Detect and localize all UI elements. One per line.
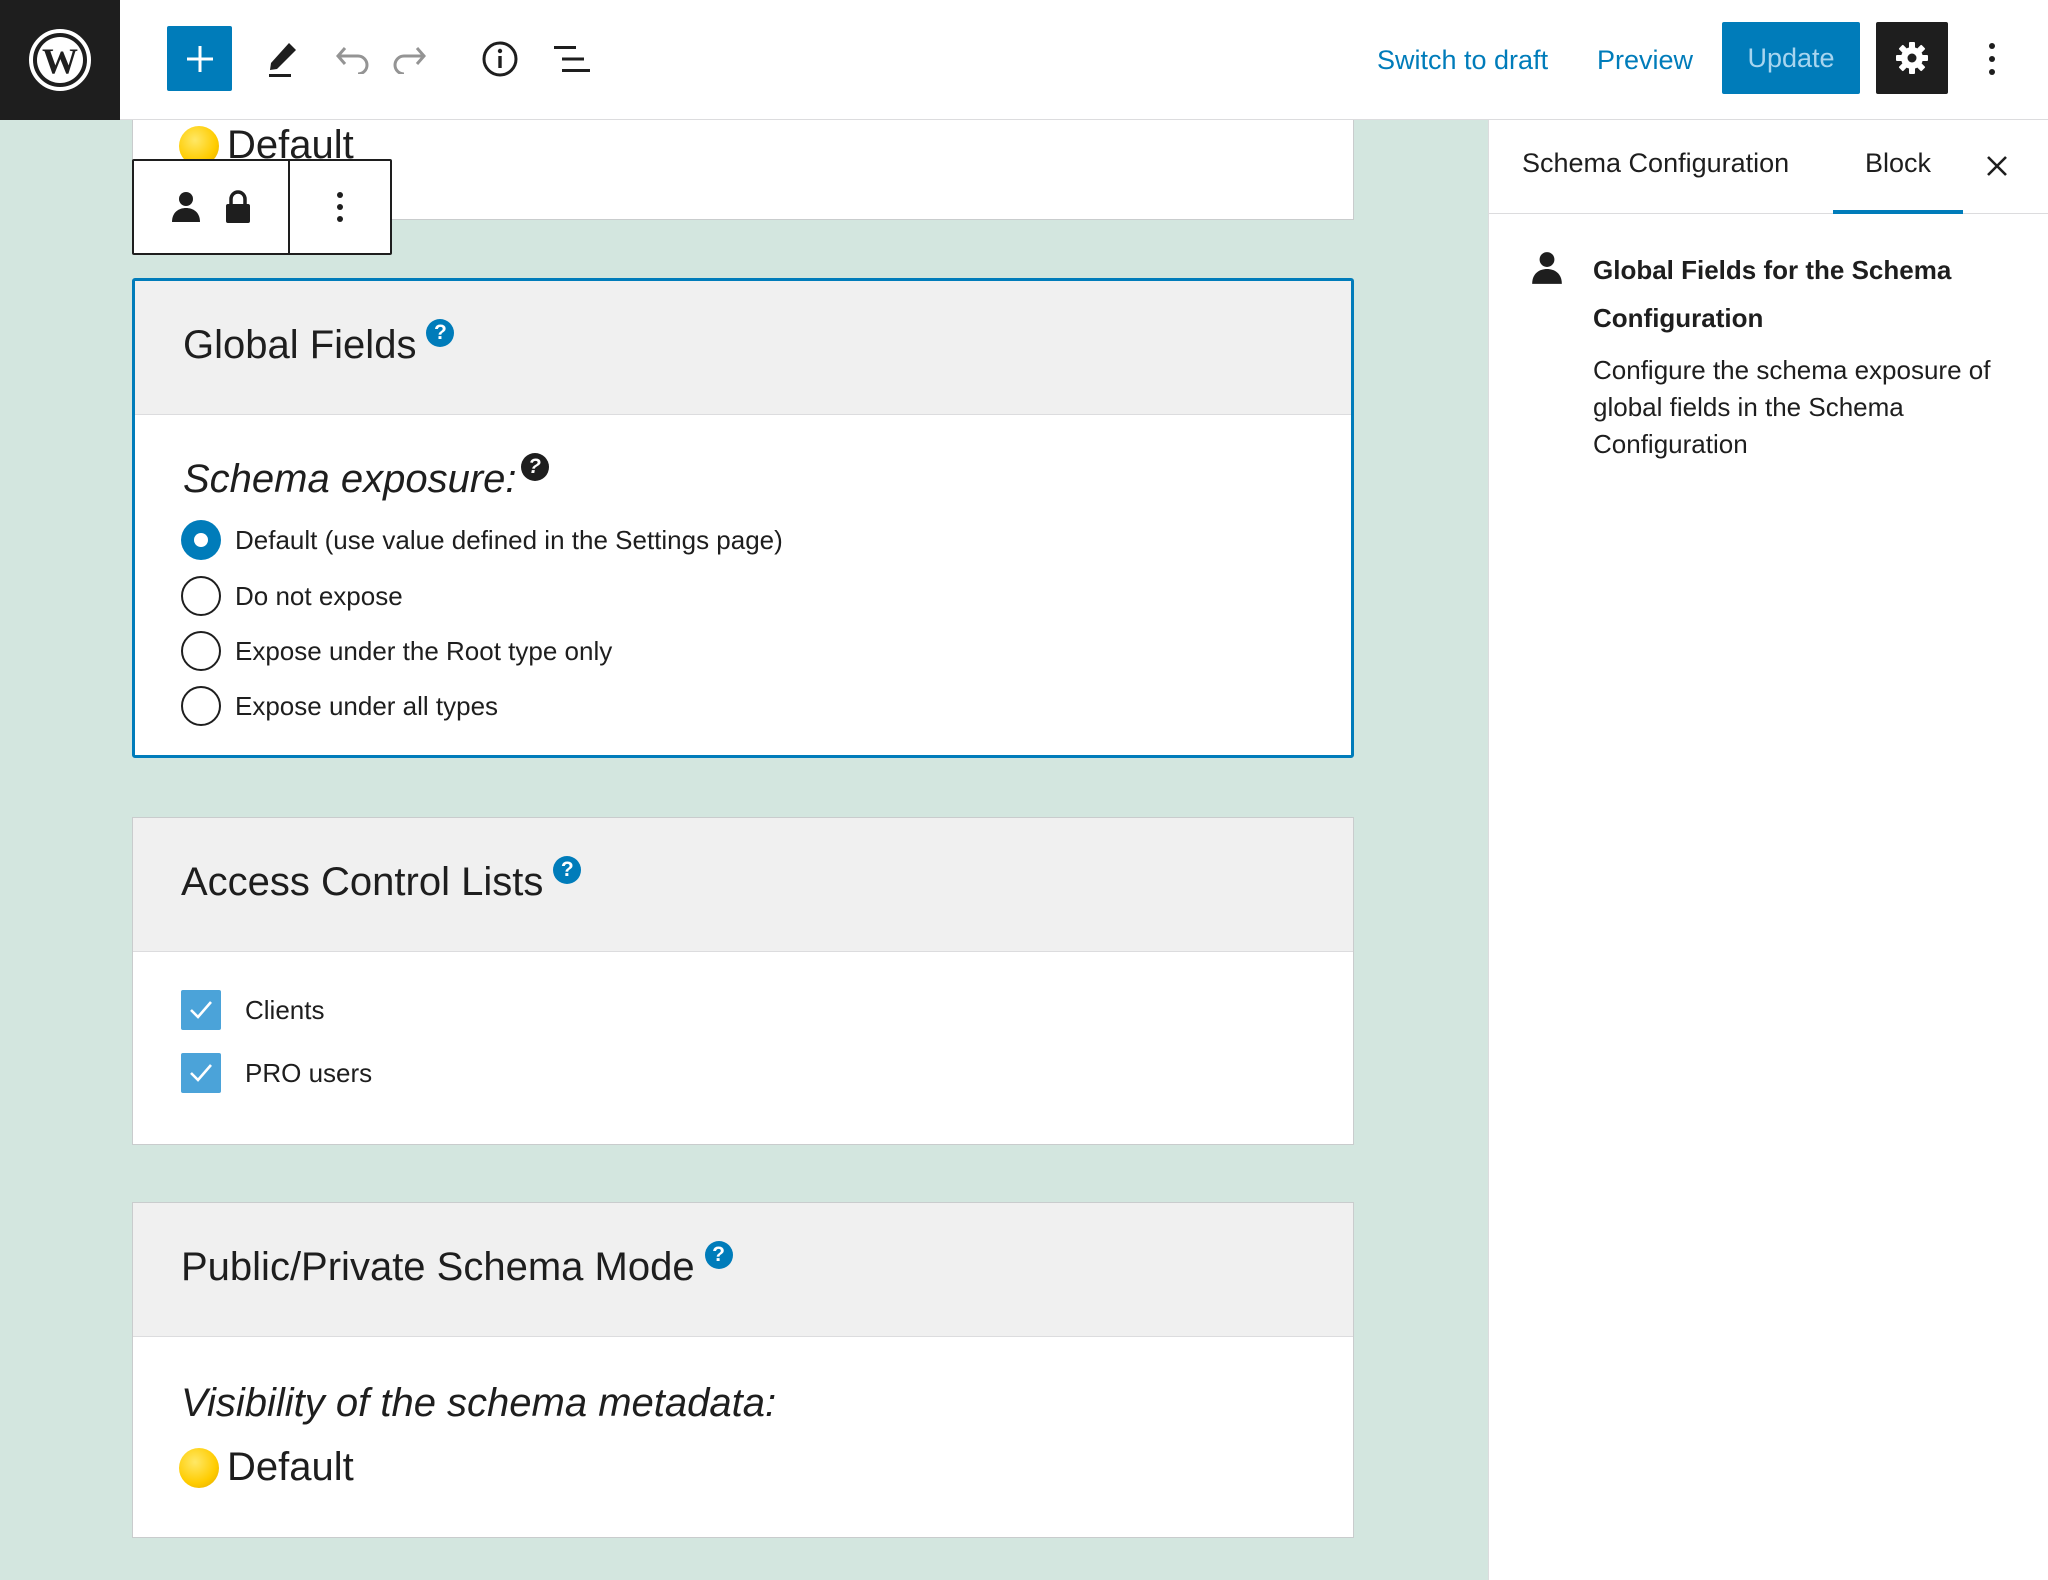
vertical-dots-icon <box>337 192 343 222</box>
lock-icon <box>226 190 250 223</box>
schema-exposure-label: Schema exposure: ? <box>183 453 549 502</box>
gear-icon <box>1896 42 1928 74</box>
block-card-title: Global Fields for the Schema Configurati… <box>1593 255 1952 333</box>
acl-item-pro-users[interactable]: PRO users <box>181 1053 372 1093</box>
svg-text:W: W <box>42 41 78 81</box>
radio-do-not-expose[interactable]: Do not expose <box>181 575 403 617</box>
checkbox-label: PRO users <box>245 1057 373 1088</box>
radio-label: Do not expose <box>235 580 403 611</box>
public-private-mode-block[interactable]: Public/Private Schema Mode ? Visibility … <box>132 1202 1354 1538</box>
user-icon <box>172 192 200 222</box>
editor-top-bar: W Switch to draft Preview Update <box>0 0 2048 120</box>
list-view-icon <box>554 46 590 72</box>
vertical-dots-icon <box>1989 43 1995 75</box>
options-button[interactable] <box>1962 30 2022 88</box>
radio-label: Expose under all types <box>235 690 499 721</box>
checkmark-icon <box>190 1001 212 1019</box>
visibility-value: Default <box>179 1445 354 1490</box>
help-icon[interactable]: ? <box>426 319 455 347</box>
tab-schema-configuration[interactable]: Schema Configuration <box>1522 148 1789 188</box>
update-button[interactable]: Update <box>1722 22 1860 94</box>
yellow-circle-icon <box>179 1447 219 1488</box>
global-fields-header: Global Fields ? <box>135 281 1351 415</box>
global-fields-title: Global Fields ? <box>183 319 455 368</box>
radio-root-type-only[interactable]: Expose under the Root type only <box>181 630 612 672</box>
preview-button[interactable]: Preview <box>1597 38 1693 82</box>
active-tab-indicator <box>1833 210 1963 214</box>
block-card-description: Configure the schema exposure of global … <box>1593 355 1991 459</box>
checkbox-label: Clients <box>245 994 325 1025</box>
block-type-group[interactable] <box>134 161 290 253</box>
block-toolbar <box>132 159 392 255</box>
radio-button[interactable] <box>181 576 221 616</box>
tools-button[interactable] <box>254 30 312 88</box>
acl-title: Access Control Lists ? <box>181 856 582 905</box>
block-title-text: Access Control Lists <box>181 860 544 904</box>
radio-label: Default (use value defined in the Settin… <box>235 524 783 555</box>
checkbox[interactable] <box>181 990 221 1030</box>
wordpress-logo-icon[interactable]: W <box>0 0 120 120</box>
list-view-button[interactable] <box>543 30 601 88</box>
details-button[interactable] <box>471 30 529 88</box>
undo-icon <box>336 47 369 74</box>
block-title-text: Global Fields <box>183 323 417 367</box>
redo-icon <box>393 47 426 74</box>
pencil-icon <box>269 43 296 77</box>
radio-button[interactable] <box>181 686 221 726</box>
help-icon[interactable]: ? <box>704 1241 733 1269</box>
editor-canvas: Default Global Fields ? Schema exposure:… <box>0 120 1488 1580</box>
settings-button[interactable] <box>1876 22 1948 94</box>
sidebar-tabs: Schema Configuration Block <box>1489 120 2048 214</box>
visibility-label: Visibility of the schema metadata: <box>181 1381 777 1425</box>
radio-default[interactable]: Default (use value defined in the Settin… <box>181 519 783 561</box>
radio-label: Expose under the Root type only <box>235 635 613 666</box>
radio-button[interactable] <box>181 631 221 671</box>
redo-button[interactable] <box>380 30 438 88</box>
info-icon <box>482 41 518 77</box>
radio-button[interactable] <box>181 520 221 560</box>
close-sidebar-button[interactable] <box>1975 144 2019 188</box>
checkbox[interactable] <box>181 1053 221 1093</box>
public-private-header: Public/Private Schema Mode ? <box>133 1203 1353 1337</box>
radio-all-types[interactable]: Expose under all types <box>181 685 498 727</box>
acl-item-clients[interactable]: Clients <box>181 990 324 1030</box>
global-fields-block[interactable]: Global Fields ? Schema exposure: ? Defau… <box>132 278 1354 758</box>
plus-icon <box>186 45 213 72</box>
visibility-value-text: Default <box>227 1445 354 1489</box>
block-title-text: Public/Private Schema Mode <box>181 1245 695 1289</box>
add-block-button[interactable] <box>167 26 232 91</box>
user-icon <box>1532 252 1562 284</box>
help-icon[interactable]: ? <box>553 856 582 884</box>
switch-to-draft-button[interactable]: Switch to draft <box>1377 38 1548 82</box>
help-icon[interactable]: ? <box>520 453 549 481</box>
settings-sidebar: Schema Configuration Block Global Fields… <box>1488 120 2048 1580</box>
close-icon <box>1987 156 2007 176</box>
block-options-button[interactable] <box>290 161 390 253</box>
access-control-lists-block[interactable]: Access Control Lists ? Clients PRO users <box>132 817 1354 1145</box>
schema-exposure-text: Schema exposure: <box>183 457 517 501</box>
tab-block[interactable]: Block <box>1865 148 1931 188</box>
checkmark-icon <box>190 1064 212 1082</box>
acl-header: Access Control Lists ? <box>133 818 1353 952</box>
undo-button[interactable] <box>324 30 382 88</box>
public-private-title: Public/Private Schema Mode ? <box>181 1241 733 1290</box>
